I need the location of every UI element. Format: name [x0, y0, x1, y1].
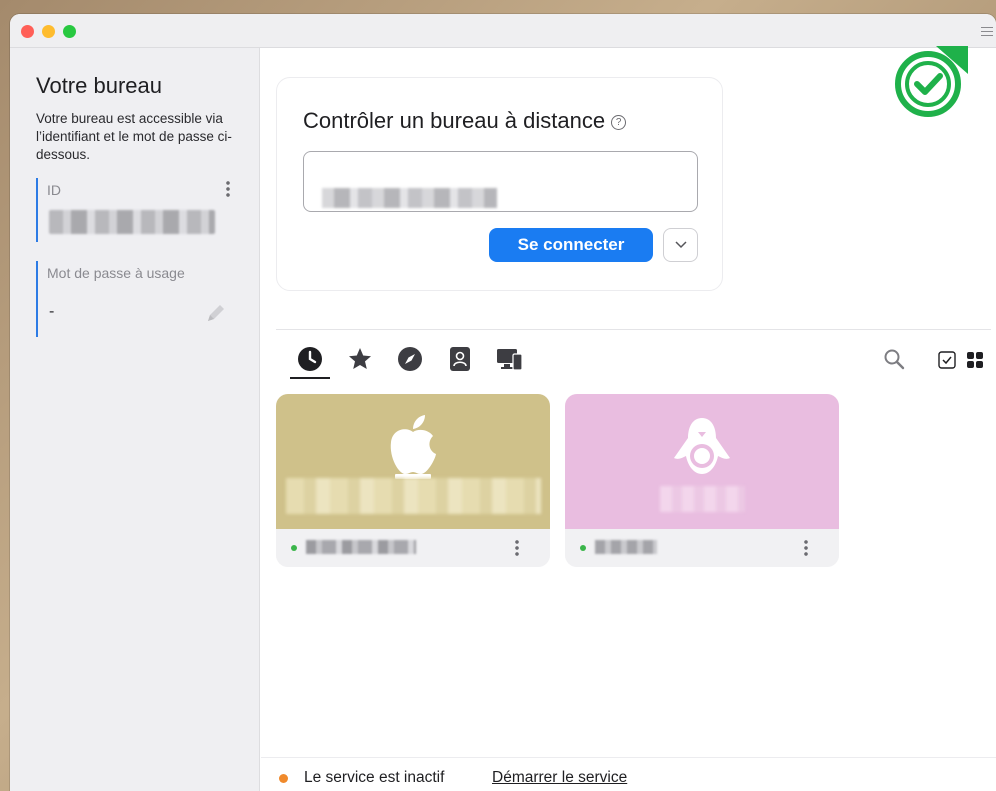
peer-thumbnail [276, 394, 550, 529]
sidebar-description: Votre bureau est accessible via l’identi… [36, 111, 232, 162]
close-window-button[interactable] [21, 25, 34, 38]
star-icon [349, 348, 371, 369]
apple-icon [390, 415, 436, 479]
online-status-dot [580, 545, 586, 551]
service-status-dot [279, 774, 288, 783]
chevron-down-icon [674, 241, 687, 249]
peer-thumbnail [565, 394, 839, 529]
minimize-window-button[interactable] [42, 25, 55, 38]
tab-group[interactable] [495, 344, 525, 374]
clock-icon [298, 347, 322, 371]
sidebar: Votre bureau Votre bureau est accessible… [10, 48, 260, 791]
peer-id-redacted [306, 540, 416, 554]
password-label: Mot de passe à usage [47, 265, 185, 281]
help-icon[interactable]: ? [611, 115, 627, 130]
status-bar: Le service est inactif Démarrer le servi… [261, 757, 996, 791]
grid-view-icon[interactable] [966, 351, 984, 369]
id-value-redacted [49, 210, 215, 234]
peer-card-footer [276, 529, 550, 567]
compass-icon [398, 347, 422, 371]
peer-hostname-redacted [660, 486, 745, 512]
id-label: ID [47, 182, 61, 198]
tab-address-book[interactable] [445, 344, 475, 374]
linux-penguin-icon [674, 418, 730, 474]
service-status-text: Le service est inactif [304, 769, 445, 786]
connect-card-title: Contrôler un bureau à distance ? [303, 108, 627, 134]
remote-id-redacted [322, 188, 497, 208]
tab-recent[interactable] [295, 344, 325, 374]
zoom-window-button[interactable] [63, 25, 76, 38]
id-more-options-icon[interactable] [226, 180, 230, 198]
peer-more-options-icon[interactable] [515, 539, 519, 557]
connect-card: Contrôler un bureau à distance ? Se conn… [276, 77, 723, 291]
connect-title-text: Contrôler un bureau à distance [303, 108, 606, 133]
select-checkbox-icon[interactable] [938, 351, 956, 369]
devices-icon [497, 349, 523, 371]
connect-options-dropdown[interactable] [663, 228, 698, 262]
peer-card-footer [565, 529, 839, 567]
connection-ok-badge-icon [895, 46, 968, 117]
contact-book-icon [450, 347, 470, 371]
connect-button[interactable]: Se connecter [489, 228, 653, 262]
active-tab-indicator [290, 377, 330, 379]
search-icon[interactable] [883, 348, 905, 370]
tab-favorites[interactable] [345, 344, 375, 374]
password-field-block: Mot de passe à usage - [36, 261, 226, 337]
online-status-dot [291, 545, 297, 551]
app-window: Votre bureau Votre bureau est accessible… [10, 14, 996, 791]
start-service-link[interactable]: Démarrer le service [492, 769, 627, 787]
password-value: - [49, 303, 55, 320]
id-field-block: ID [36, 178, 230, 242]
tab-discovered[interactable] [395, 344, 425, 374]
hamburger-menu-icon[interactable] [981, 27, 993, 36]
peer-card-linux[interactable] [565, 394, 839, 567]
main-panel: Contrôler un bureau à distance ? Se conn… [261, 48, 996, 791]
peer-card-macos[interactable] [276, 394, 550, 567]
section-divider [276, 329, 991, 330]
pencil-icon[interactable] [204, 301, 228, 325]
peer-more-options-icon[interactable] [804, 539, 808, 557]
title-bar [10, 14, 996, 48]
peer-id-redacted [595, 540, 657, 554]
sidebar-title: Votre bureau [36, 73, 162, 98]
peer-hostname-redacted [286, 478, 541, 514]
